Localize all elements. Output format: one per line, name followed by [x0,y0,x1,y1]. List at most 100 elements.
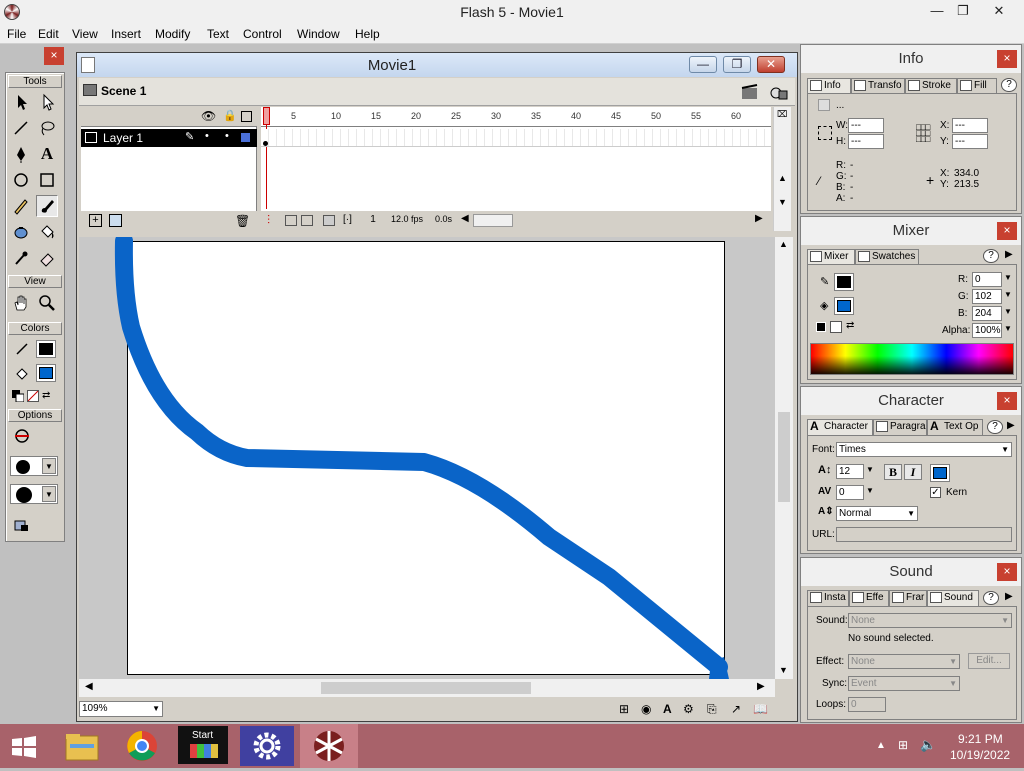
default-colors-icon[interactable] [12,390,25,403]
modify-markers-icon[interactable]: [·] [343,214,352,225]
hand-tool-icon[interactable] [10,292,32,314]
chevron-down-icon[interactable]: ▼ [1004,307,1012,316]
windows-start-icon[interactable] [10,735,38,759]
menu-modify[interactable]: Modify [155,25,190,43]
kern-checkbox[interactable]: ✓ [930,487,941,498]
arrow-tool-icon[interactable] [10,91,32,113]
volume-icon[interactable]: 🔈 [920,737,936,753]
clock-time[interactable]: 9:21 PM [958,732,1003,746]
movie-explorer-icon[interactable]: ⎘ [707,702,717,717]
actions-panel-icon[interactable]: ↗ [731,702,741,716]
movie-minimize-button[interactable]: — [689,56,717,73]
minimize-button[interactable]: — [924,2,950,20]
panel-menu-arrow-icon[interactable]: ▶ [1005,591,1013,602]
subselect-tool-icon[interactable] [36,91,58,113]
layer-frames[interactable] [261,129,771,147]
show-hidden-icons-icon[interactable]: ▲ [876,740,886,751]
menu-window[interactable]: Window [297,25,340,43]
stroke-color-well[interactable] [36,340,56,358]
character-close-button[interactable]: × [997,392,1017,410]
mixer-close-button[interactable]: × [997,222,1017,240]
lock-icon[interactable]: 🔒 [223,109,237,122]
chevron-down-icon[interactable]: ▼ [866,486,874,495]
onion-outline-icon[interactable] [301,215,313,226]
edit-symbols-icon[interactable] [769,84,789,100]
instance-panel-icon[interactable]: ⚙ [683,702,694,716]
font-size-field[interactable]: 12 [836,464,864,479]
hscroll-thumb[interactable] [321,682,531,694]
lasso-tool-icon[interactable] [36,117,58,139]
brush-shape-dropdown[interactable]: ▼ [10,484,58,504]
center-frame-icon[interactable]: ⫶ [267,213,270,228]
registration-grid-icon[interactable]: □□□ □□□ □□□ [916,123,936,144]
chevron-down-icon[interactable]: ▼ [1004,324,1012,333]
sound-help-button[interactable]: ? [983,591,999,605]
mixer-stroke-well[interactable] [834,273,854,291]
eraser-tool-icon[interactable] [36,247,58,269]
sound-dropdown[interactable]: None ▼ [848,613,1012,628]
oval-tool-icon[interactable] [10,169,32,191]
text-tool-icon[interactable]: A [36,143,58,165]
pencil-tool-icon[interactable] [10,195,32,217]
url-field[interactable] [836,527,1012,542]
close-button[interactable]: ✕ [986,2,1012,20]
lock-fill-icon[interactable] [10,513,32,535]
clock-date[interactable]: 10/19/2022 [950,748,1010,762]
timeline-menu-icon[interactable]: ⌧ [777,109,787,120]
chrome-icon[interactable] [116,726,168,766]
width-field[interactable]: --- [848,118,884,133]
menu-edit[interactable]: Edit [38,25,59,43]
scroll-right-icon[interactable]: ▶ [757,681,765,692]
lock-dot[interactable]: • [225,130,229,142]
tab-effect[interactable]: Effe [849,590,889,606]
outline-color-swatch[interactable] [241,133,250,142]
menu-insert[interactable]: Insert [111,25,141,43]
chevron-down-icon[interactable]: ▼ [1004,290,1012,299]
visibility-dot[interactable]: • [205,130,209,142]
paint-bucket-tool-icon[interactable] [36,221,58,243]
mixer-r-field[interactable]: 0 [972,272,1002,287]
scroll-left-icon[interactable]: ◀ [461,213,469,224]
scroll-down-icon[interactable]: ▼ [778,197,787,207]
default-colors-icon[interactable] [816,322,826,332]
character-help-button[interactable]: ? [987,420,1003,434]
dropper-tool-icon[interactable] [10,247,32,269]
edit-multiple-icon[interactable] [323,215,335,226]
zoom-tool-icon[interactable] [36,292,58,314]
fill-color-well[interactable] [36,364,56,382]
mixer-help-button[interactable]: ? [983,249,999,263]
library-icon[interactable]: 📖 [753,702,768,716]
info-help-button[interactable]: ? [1001,78,1017,92]
tab-swatches[interactable]: Swatches [855,249,919,264]
menu-view[interactable]: View [72,25,98,43]
tracking-field[interactable]: 0 [836,485,864,500]
scroll-down-icon[interactable]: ▼ [779,665,788,675]
zoom-dropdown[interactable]: 109% ▼ [79,701,163,717]
tab-paragraph[interactable]: Paragra [873,419,927,435]
frame-ruler[interactable]: 5 10 15 20 25 30 35 40 45 50 55 60 [261,107,771,127]
network-icon[interactable]: ⊞ [898,738,908,752]
mixer-fill-well[interactable] [834,297,854,315]
chevron-down-icon[interactable]: ▼ [1004,273,1012,282]
start-tile-app[interactable]: Start [178,726,228,764]
mixer-g-field[interactable]: 102 [972,289,1002,304]
effect-dropdown[interactable]: None ▼ [848,654,960,669]
pen-tool-icon[interactable] [10,143,32,165]
eye-icon[interactable]: 👁 [201,109,216,123]
edit-sound-button[interactable]: Edit... [968,653,1010,669]
add-guide-layer-icon[interactable] [109,214,122,227]
tab-fill[interactable]: Fill [957,78,997,93]
tab-info[interactable]: Info [807,78,851,93]
scroll-right-icon[interactable]: ▶ [755,213,763,224]
mixer-b-field[interactable]: 204 [972,306,1002,321]
file-explorer-icon[interactable] [56,726,108,766]
tab-mixer[interactable]: Mixer [807,249,855,264]
outline-icon[interactable] [241,111,252,122]
timeline-vscroll[interactable]: ⌧ ▲ ▼ [773,107,791,231]
align-panel-icon[interactable]: ⊞ [619,702,629,716]
movie-restore-button[interactable]: ❐ [723,56,751,73]
swap-colors-icon[interactable]: ⇄ [42,390,54,402]
sync-dropdown[interactable]: Event ▼ [848,676,960,691]
height-field[interactable]: --- [848,134,884,149]
text-color-well[interactable] [930,464,950,482]
